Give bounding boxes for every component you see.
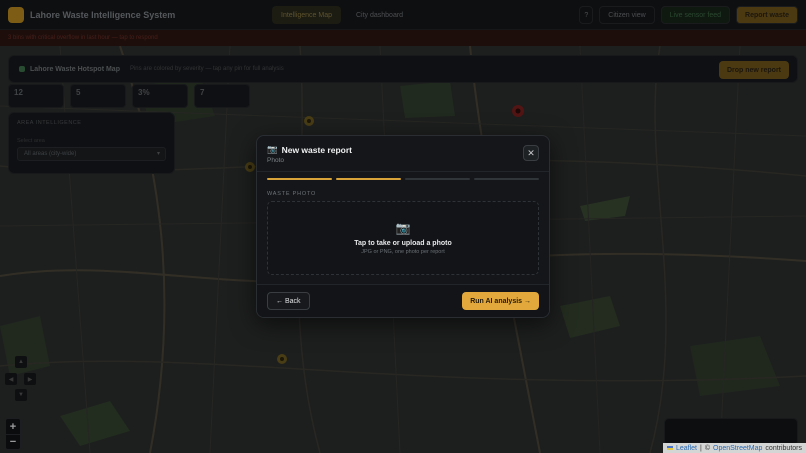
- step-segment: [474, 178, 539, 180]
- dropzone-subtitle: JPG or PNG, one photo per report: [361, 248, 445, 255]
- dropzone-title: Tap to take or upload a photo: [354, 239, 452, 247]
- step-segment: [405, 178, 470, 180]
- close-button[interactable]: ✕: [523, 145, 539, 161]
- modal-title: New waste report: [281, 144, 352, 155]
- modal-title-row: 📷 New waste report: [267, 144, 539, 155]
- step-progress: [257, 172, 549, 180]
- run-ai-analysis-button[interactable]: Run AI analysis →: [462, 292, 539, 310]
- copyright-symbol: ©: [704, 444, 710, 452]
- leaflet-link[interactable]: Leaflet: [676, 445, 697, 452]
- photo-dropzone[interactable]: 📷 Tap to take or upload a photo JPG or P…: [267, 201, 539, 275]
- modal-footer: ← Back Run AI analysis →: [257, 284, 549, 317]
- modal-step-name: Photo: [267, 157, 284, 164]
- map-attribution: Leaflet | © OpenStreetMap contributors: [662, 443, 806, 453]
- ukraine-flag-icon: [666, 446, 673, 450]
- new-report-modal: 📷 New waste report Photo ✕ WASTE PHOTO 📷…: [256, 135, 550, 318]
- modal-header: 📷 New waste report Photo ✕: [257, 136, 549, 172]
- attribution-separator: |: [700, 444, 702, 452]
- section-label: WASTE PHOTO: [267, 191, 317, 197]
- back-button[interactable]: ← Back: [267, 292, 310, 310]
- step-segment: [336, 178, 401, 180]
- step-segment: [267, 178, 332, 180]
- camera-icon: 📷: [267, 144, 278, 154]
- attribution-contributors: contributors: [765, 444, 802, 452]
- camera-icon: 📷: [395, 220, 411, 235]
- osm-link[interactable]: OpenStreetMap: [713, 445, 762, 452]
